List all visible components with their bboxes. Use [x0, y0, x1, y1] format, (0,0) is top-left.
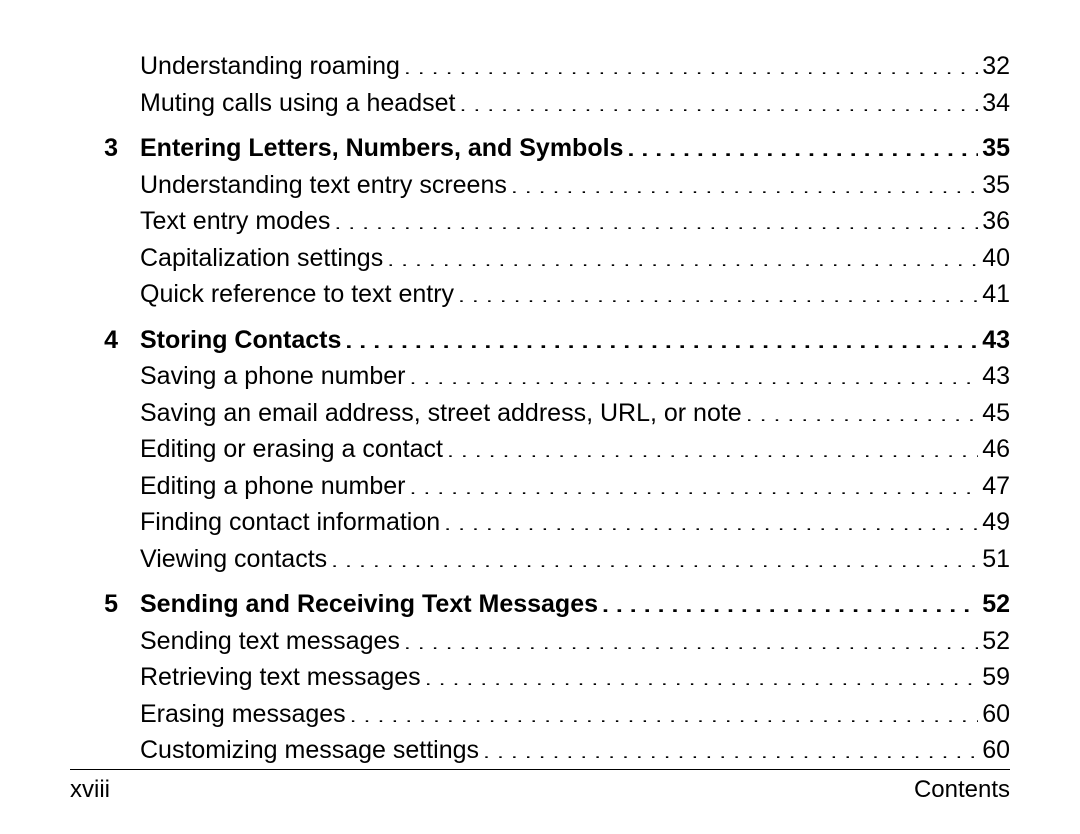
dot-leader: [425, 660, 979, 685]
dot-leader: [409, 359, 978, 384]
toc-sub-row: Saving an email address, street address,…: [70, 395, 1010, 432]
section-title: Sending text messages: [140, 623, 400, 660]
dot-leader: [746, 396, 978, 421]
dot-leader: [447, 432, 978, 457]
page-number: 35: [982, 130, 1010, 167]
section-title: Editing or erasing a contact: [140, 431, 443, 468]
dot-leader: [334, 204, 978, 229]
toc-sub-row: Erasing messages 60: [70, 696, 1010, 733]
page-footer: xviii Contents: [70, 769, 1010, 804]
chapter-number: 5: [70, 586, 140, 623]
dot-leader: [404, 624, 978, 649]
toc-chapter-row: 3Entering Letters, Numbers, and Symbols 3…: [70, 130, 1010, 167]
page-number: 32: [982, 48, 1010, 85]
toc-sub-row: Editing or erasing a contact 46: [70, 431, 1010, 468]
toc-chapter-row: 5Sending and Receiving Text Messages 52: [70, 586, 1010, 623]
page-number: 43: [982, 358, 1010, 395]
toc-sub-row: Finding contact information 49: [70, 504, 1010, 541]
toc-sub-row: Understanding text entry screens 35: [70, 167, 1010, 204]
dot-leader: [483, 733, 978, 758]
toc-sub-row: Editing a phone number 47: [70, 468, 1010, 505]
dot-leader: [459, 86, 978, 111]
chapter-number: 4: [70, 322, 140, 359]
toc-sub-row: Customizing message settings 60: [70, 732, 1010, 769]
section-title: Editing a phone number: [140, 468, 405, 505]
toc-sub-row: Quick reference to text entry 41: [70, 276, 1010, 313]
toc-sub-row: Text entry modes 36: [70, 203, 1010, 240]
section-title: Quick reference to text entry: [140, 276, 454, 313]
page-number: 40: [982, 240, 1010, 277]
page-number: 60: [982, 732, 1010, 769]
page-number: 45: [982, 395, 1010, 432]
dot-leader: [602, 587, 978, 612]
section-title: Saving an email address, street address,…: [140, 395, 742, 432]
chapter-number: 3: [70, 130, 140, 167]
dot-leader: [331, 542, 978, 567]
toc-sub-row: Saving a phone number 43: [70, 358, 1010, 395]
page-number-roman: xviii: [70, 776, 110, 804]
section-title: Retrieving text messages: [140, 659, 421, 696]
page-number: 49: [982, 504, 1010, 541]
chapter-title: Sending and Receiving Text Messages: [140, 586, 598, 623]
dot-leader: [409, 469, 978, 494]
page-number: 47: [982, 468, 1010, 505]
toc-sub-row: Sending text messages 52: [70, 623, 1010, 660]
section-title: Customizing message settings: [140, 732, 479, 769]
section-title: Finding contact information: [140, 504, 440, 541]
toc-sub-row: Capitalization settings 40: [70, 240, 1010, 277]
footer-section-title: Contents: [914, 776, 1010, 804]
page-number: 52: [982, 623, 1010, 660]
page-number: 59: [982, 659, 1010, 696]
section-title: Text entry modes: [140, 203, 330, 240]
toc-sub-row: Retrieving text messages 59: [70, 659, 1010, 696]
dot-leader: [387, 241, 978, 266]
chapter-title: Storing Contacts: [140, 322, 341, 359]
page-number: 34: [982, 85, 1010, 122]
dot-leader: [444, 505, 978, 530]
page-number: 41: [982, 276, 1010, 313]
dot-leader: [345, 323, 978, 348]
page-number: 46: [982, 431, 1010, 468]
toc-chapter-row: 4Storing Contacts 43: [70, 322, 1010, 359]
page-number: 35: [982, 167, 1010, 204]
toc-sub-row: Understanding roaming 32: [70, 48, 1010, 85]
section-title: Understanding roaming: [140, 48, 400, 85]
page-number: 51: [982, 541, 1010, 578]
chapter-title: Entering Letters, Numbers, and Symbols: [140, 130, 623, 167]
page: Understanding roaming32Muting calls usin…: [0, 0, 1080, 834]
page-number: 52: [982, 586, 1010, 623]
section-title: Saving a phone number: [140, 358, 405, 395]
section-title: Understanding text entry screens: [140, 167, 507, 204]
page-number: 60: [982, 696, 1010, 733]
toc-content: Understanding roaming32Muting calls usin…: [70, 48, 1010, 769]
section-title: Muting calls using a headset: [140, 85, 455, 122]
dot-leader: [404, 49, 978, 74]
toc-sub-row: Muting calls using a headset 34: [70, 85, 1010, 122]
page-number: 36: [982, 203, 1010, 240]
dot-leader: [627, 131, 978, 156]
section-title: Erasing messages: [140, 696, 346, 733]
dot-leader: [511, 168, 978, 193]
section-title: Capitalization settings: [140, 240, 383, 277]
toc-sub-row: Viewing contacts 51: [70, 541, 1010, 578]
section-title: Viewing contacts: [140, 541, 327, 578]
dot-leader: [458, 277, 978, 302]
dot-leader: [350, 697, 979, 722]
page-number: 43: [982, 322, 1010, 359]
